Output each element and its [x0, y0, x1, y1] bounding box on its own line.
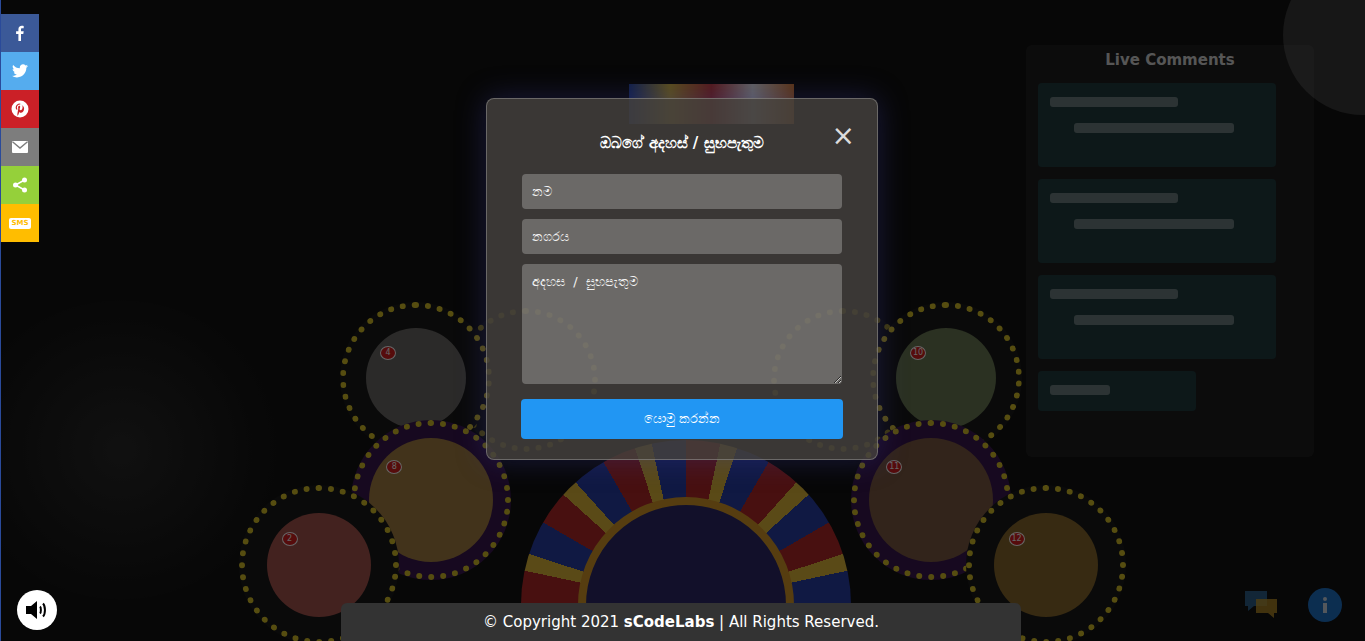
comment-modal: ඔබගේ අදහස් / සුභපැතුම × යොමු කරන්න — [486, 98, 878, 460]
sound-button[interactable] — [17, 590, 57, 630]
pinterest-share-button[interactable] — [1, 90, 39, 128]
footer-text: © Copyright 2021 sCodeLabs | All Rights … — [483, 613, 879, 631]
sms-icon: SMS — [9, 218, 30, 229]
facebook-share-button[interactable] — [1, 14, 39, 52]
modal-title: ඔබගේ අදහස් / සුභපැතුම — [600, 131, 763, 155]
share-share-button[interactable] — [1, 166, 39, 204]
share-icon — [12, 177, 28, 193]
email-share-button[interactable] — [1, 128, 39, 166]
sms-share-button[interactable]: SMS — [1, 204, 39, 242]
twitter-icon — [12, 64, 28, 78]
share-bar: SMS — [1, 14, 39, 242]
message-textarea[interactable] — [522, 264, 842, 384]
twitter-share-button[interactable] — [1, 52, 39, 90]
facebook-icon — [12, 25, 28, 41]
page: 410811212Live CommentsSMSඔබගේ අදහස් / සු… — [0, 0, 1365, 641]
comment-form: යොමු කරන්න — [521, 174, 843, 439]
close-button[interactable]: × — [828, 121, 859, 151]
footer: © Copyright 2021 sCodeLabs | All Rights … — [341, 603, 1021, 641]
pinterest-icon — [11, 100, 29, 118]
email-icon — [12, 141, 28, 153]
submit-button[interactable]: යොමු කරන්න — [521, 399, 843, 439]
text-input[interactable] — [522, 219, 842, 254]
speaker-icon — [25, 599, 49, 621]
brand-name: sCodeLabs — [624, 613, 715, 631]
text-input[interactable] — [522, 174, 842, 209]
